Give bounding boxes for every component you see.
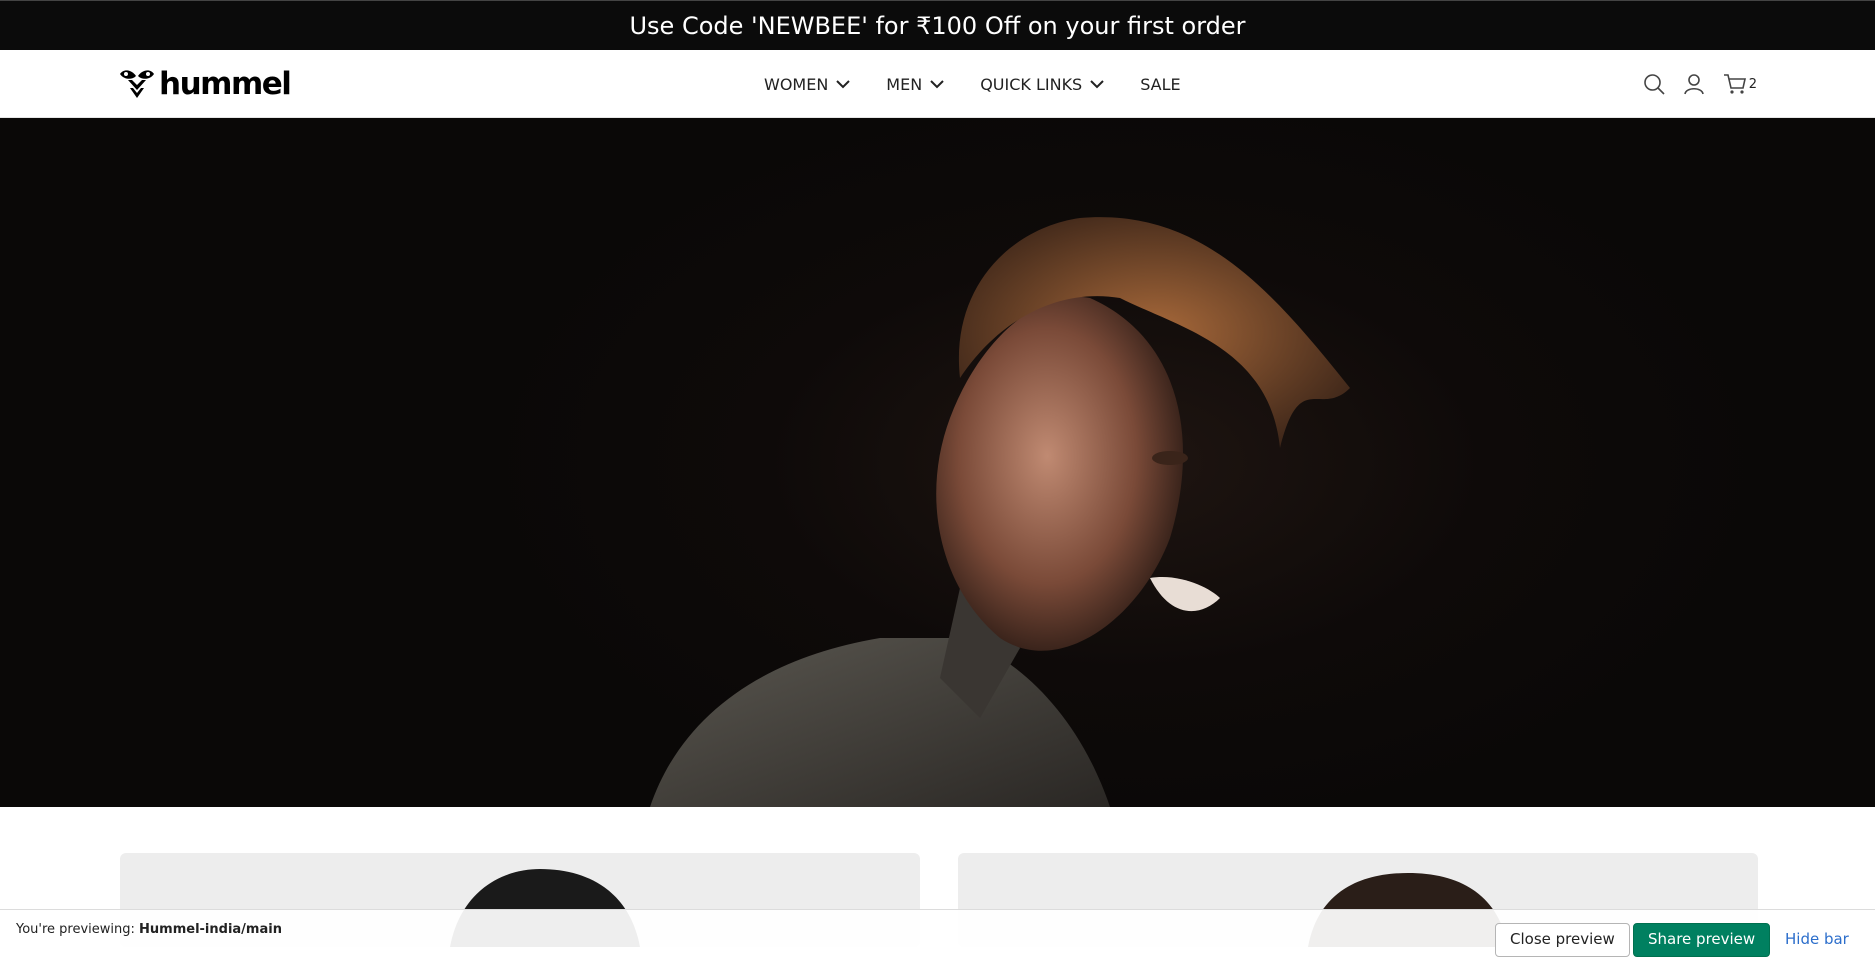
cart-icon [1723,74,1746,94]
nav-item-label: SALE [1140,74,1181,94]
hide-bar-link[interactable]: Hide bar [1785,930,1849,948]
nav-item-label: MEN [886,74,923,94]
preview-label: You're previewing: [16,922,140,937]
nav-item-label: QUICK LINKS [980,74,1083,94]
close-preview-button[interactable]: Close preview [1495,923,1630,957]
nav-item-sale[interactable]: SALE [1140,75,1180,94]
site-header: hummel WOMEN MEN QUICK LINKS SALE 2 [0,50,1875,118]
preview-theme-name: Hummel-india/main [139,922,282,937]
account-button[interactable] [1683,73,1705,95]
nav-item-label: WOMEN [764,74,829,94]
preview-status: You're previewing: Hummel-india/main [16,922,282,937]
hero-person-image [650,217,1350,807]
announcement-bar: Use Code 'NEWBEE' for ₹100 Off on your f… [0,0,1875,50]
cart-button[interactable]: 2 [1723,73,1757,95]
announcement-text: Use Code 'NEWBEE' for ₹100 Off on your f… [629,11,1246,40]
cart-count-badge: 2 [1748,76,1757,92]
nav-item-quick-links[interactable]: QUICK LINKS [980,75,1104,94]
search-icon [1643,74,1665,95]
chevron-down-icon [1090,80,1104,89]
logo-wordmark: hummel [159,66,292,102]
header-actions: 2 [1643,50,1757,118]
main-nav: WOMEN MEN QUICK LINKS SALE [764,50,1181,118]
theme-preview-bar: You're previewing: Hummel-india/main Clo… [0,909,1875,957]
account-icon [1683,74,1704,95]
search-button[interactable] [1643,73,1665,95]
chevron-down-icon [930,80,944,89]
nav-item-women[interactable]: WOMEN [764,74,851,94]
chevron-down-icon [836,80,851,89]
brand-logo[interactable]: hummel [118,64,292,104]
hummel-bee-icon [120,70,154,98]
nav-item-men[interactable]: MEN [886,75,944,94]
hero-video[interactable] [0,118,1875,807]
share-preview-button[interactable]: Share preview [1633,923,1771,957]
